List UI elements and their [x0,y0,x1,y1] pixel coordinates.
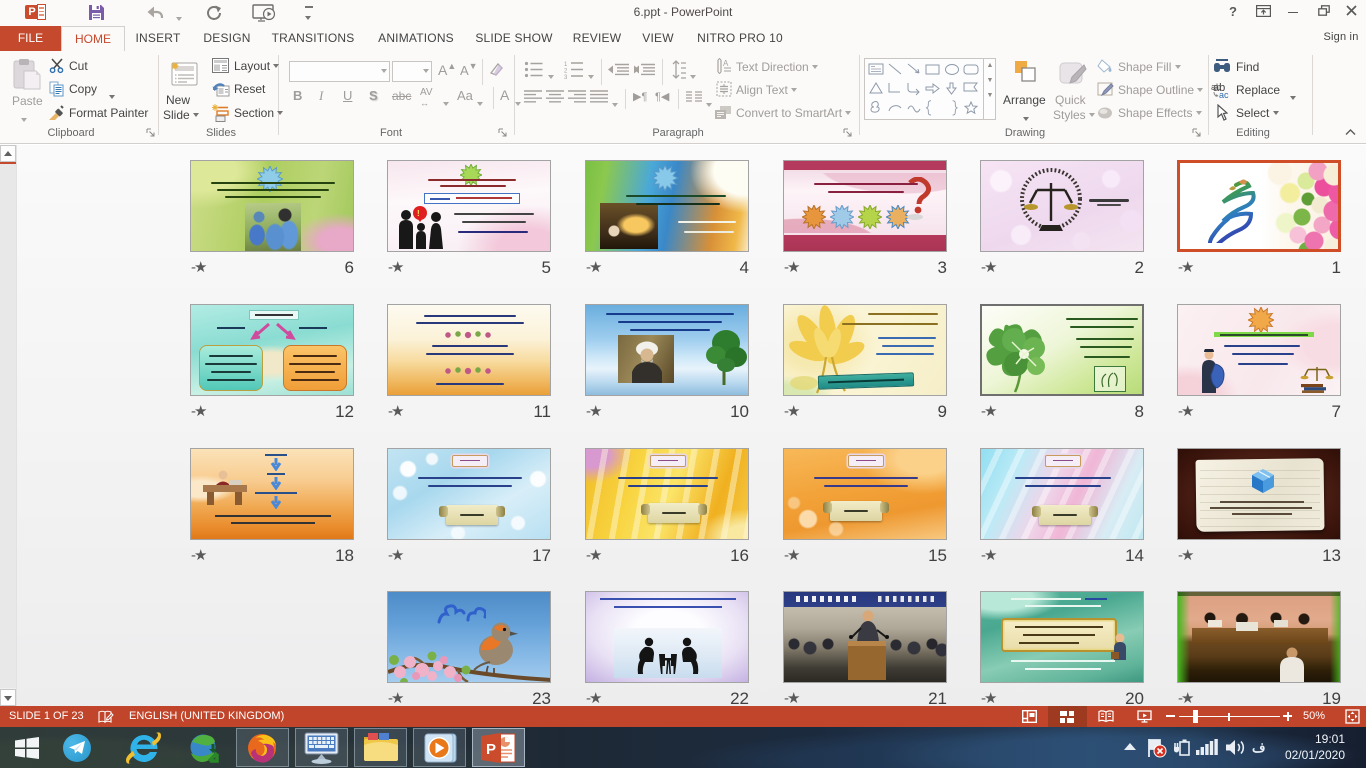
svg-text:P: P [486,741,496,758]
svg-text:3: 3 [564,75,568,79]
svg-text:1: 1 [564,62,568,68]
svg-text:ac: ac [1219,90,1229,99]
svg-text:2: 2 [564,69,568,75]
svg-text:A: A [723,59,729,68]
svg-text:!: ! [417,209,420,218]
